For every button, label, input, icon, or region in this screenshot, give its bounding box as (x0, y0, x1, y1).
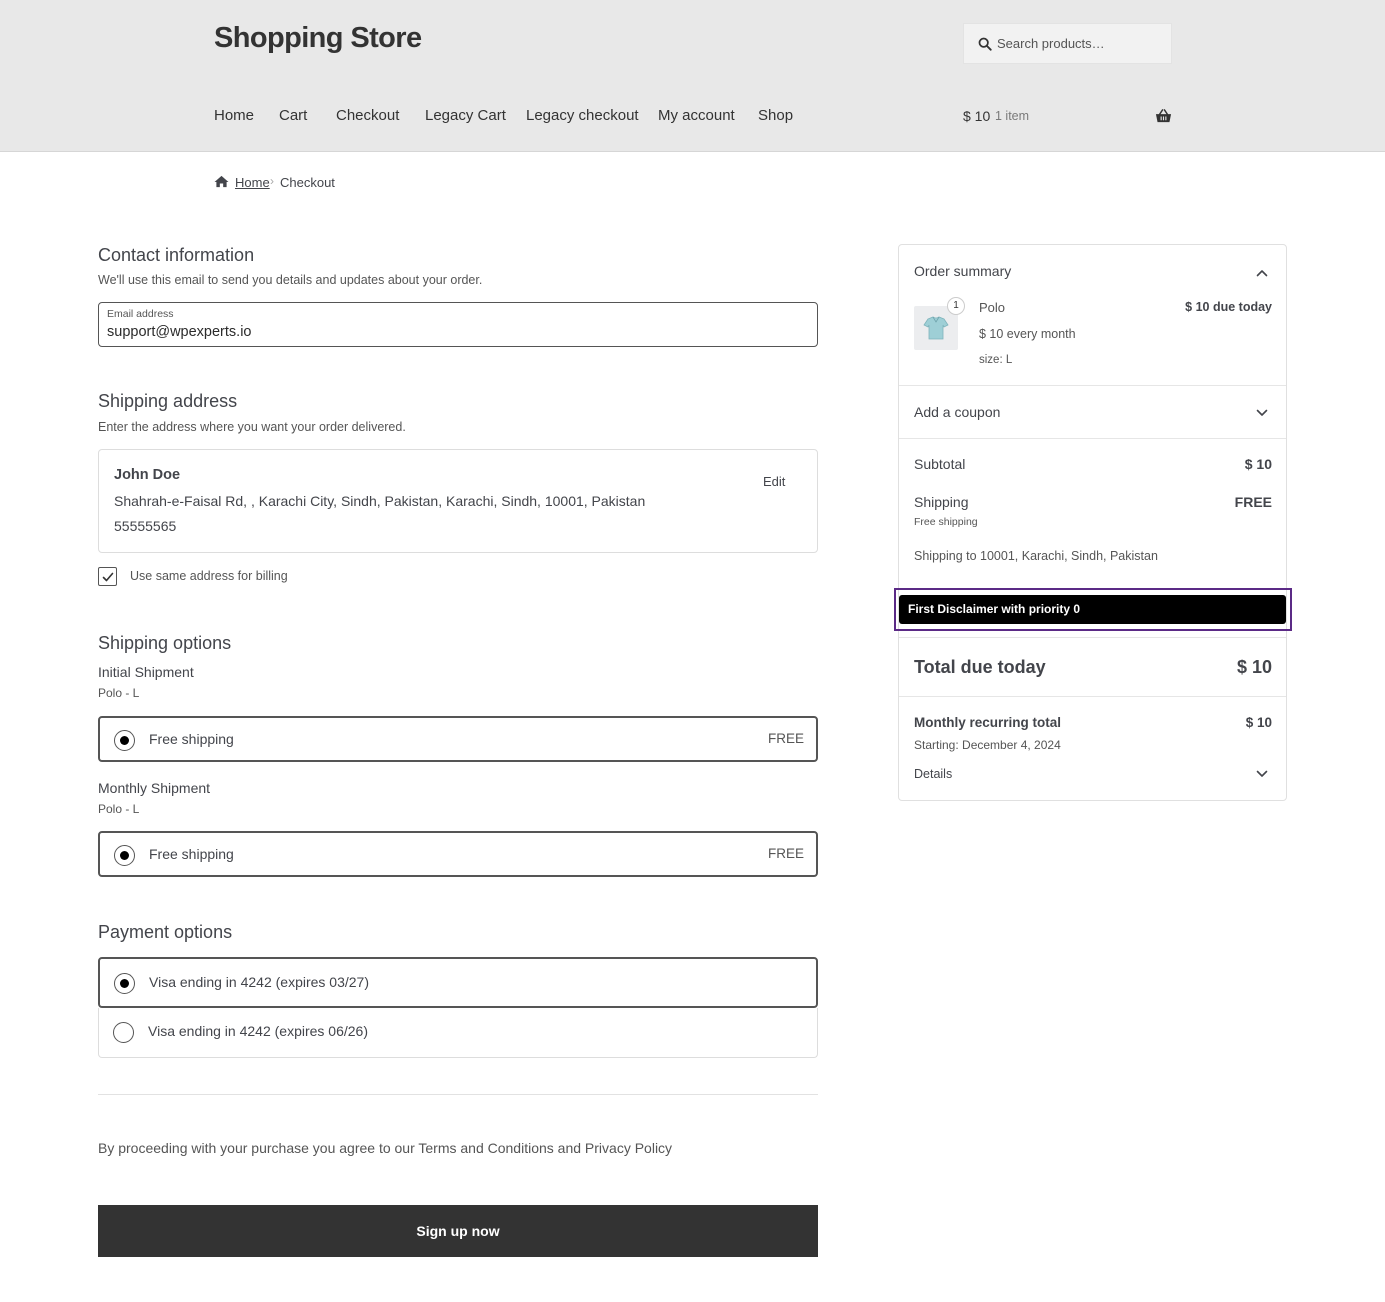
address-name: John Doe (114, 467, 181, 483)
email-label: Email address (107, 308, 174, 320)
recurring-start-date: Starting: December 4, 2024 (914, 738, 1061, 752)
divider (899, 637, 1286, 638)
contact-title: Contact information (98, 245, 255, 265)
cart-amount: $ 10 (963, 108, 991, 124)
sign-up-button[interactable]: Sign up now (98, 1205, 818, 1257)
search-input[interactable]: Search products… (963, 23, 1172, 64)
contact-description: We'll use this email to send you details… (98, 273, 483, 287)
monthly-shipping-option[interactable]: Free shipping FREE (98, 831, 818, 877)
divider (899, 385, 1286, 386)
monthly-shipping-label: Free shipping (149, 846, 234, 862)
address-phone: 55555565 (114, 518, 177, 534)
subtotal-label: Subtotal (914, 456, 966, 472)
disclaimer-banner: First Disclaimer with priority 0 (899, 595, 1286, 624)
quantity-badge: 1 (947, 297, 965, 315)
shipping-address-description: Enter the address where you want your or… (98, 420, 406, 434)
nav-item-legacy-checkout[interactable]: Legacy checkout (526, 107, 639, 124)
recurring-details-toggle[interactable]: Details (914, 767, 952, 781)
product-due-today: $ 10 due today (1185, 300, 1272, 314)
initial-shipment-package: Polo - L (98, 686, 140, 700)
breadcrumb-separator: › (270, 174, 274, 188)
nav-item-home[interactable]: Home (214, 107, 254, 124)
search-icon (978, 37, 992, 51)
payment-method-radio[interactable] (114, 973, 135, 994)
payment-method-radio[interactable] (113, 1022, 134, 1043)
site-header: Shopping Store Search products… Home Car… (0, 0, 1385, 152)
shipping-destination: Shipping to 10001, Karachi, Sindh, Pakis… (914, 549, 1158, 563)
nav-item-checkout[interactable]: Checkout (336, 107, 399, 124)
shipping-value: FREE (1234, 494, 1272, 510)
shipping-label: Shipping (914, 494, 969, 510)
product-recurring-price: $ 10 every month (979, 327, 1076, 341)
product-variation: size: L (979, 354, 1013, 366)
payment-method-option[interactable]: Visa ending in 4242 (expires 03/27) (98, 957, 818, 1008)
shipping-options-title: Shipping options (98, 633, 232, 653)
order-summary: Order summary 1 Polo $ 10 due today $ 10… (898, 244, 1287, 801)
payment-method-label: Visa ending in 4242 (expires 06/26) (148, 1023, 369, 1039)
total-due-label: Total due today (914, 657, 1046, 677)
initial-shipping-price: FREE (767, 731, 804, 746)
terms-text: By proceeding with your purchase you agr… (98, 1140, 673, 1156)
divider (98, 1094, 818, 1095)
search-placeholder: Search products… (997, 36, 1105, 51)
chevron-up-icon[interactable] (1256, 269, 1268, 277)
payment-method-option[interactable]: Visa ending in 4242 (expires 06/26) (98, 1008, 818, 1058)
nav-item-cart[interactable]: Cart (279, 107, 307, 124)
breadcrumb-current: Checkout (280, 175, 335, 190)
payment-method-label: Visa ending in 4242 (expires 03/27) (149, 974, 370, 990)
total-due-value: $ 10 (1236, 657, 1272, 677)
breadcrumb-home-link[interactable]: Home (235, 175, 270, 190)
shipping-address-title: Shipping address (98, 391, 238, 411)
nav-item-my-account[interactable]: My account (658, 107, 735, 124)
recurring-total-value: $ 10 (1245, 715, 1272, 730)
add-coupon-toggle[interactable]: Add a coupon (914, 404, 1000, 420)
same-billing-label[interactable]: Use same address for billing (130, 569, 288, 583)
divider (899, 438, 1286, 439)
email-value[interactable]: support@wpexperts.io (107, 324, 251, 340)
address-card: John Doe Shahrah-e-Faisal Rd, , Karachi … (98, 449, 818, 553)
email-field[interactable]: Email address support@wpexperts.io (98, 302, 818, 347)
nav-item-shop[interactable]: Shop (758, 107, 793, 124)
initial-shipping-option[interactable]: Free shipping FREE (98, 716, 818, 762)
monthly-shipment-title: Monthly Shipment (98, 780, 211, 796)
order-summary-title[interactable]: Order summary (914, 263, 1011, 279)
initial-shipment-title: Initial Shipment (98, 664, 194, 680)
nav-item-legacy-cart[interactable]: Legacy Cart (425, 107, 506, 124)
address-line: Shahrah-e-Faisal Rd, , Karachi City, Sin… (114, 493, 646, 509)
monthly-shipment-package: Polo - L (98, 802, 140, 816)
subtotal-value: $ 10 (1244, 456, 1272, 472)
recurring-total-label: Monthly recurring total (914, 715, 1062, 730)
payment-options-title: Payment options (98, 922, 233, 942)
basket-icon (1155, 109, 1172, 123)
monthly-shipping-radio[interactable] (114, 845, 135, 866)
home-icon (214, 175, 229, 188)
chevron-down-icon[interactable] (1256, 770, 1268, 778)
same-billing-checkbox[interactable] (98, 567, 117, 586)
chevron-down-icon[interactable] (1256, 409, 1268, 417)
initial-shipping-label: Free shipping (149, 731, 234, 747)
header-cart[interactable]: $ 10 1 item (963, 107, 1172, 127)
cart-count: 1 item (995, 109, 1030, 123)
initial-shipping-radio[interactable] (114, 730, 135, 751)
monthly-shipping-price: FREE (767, 846, 804, 861)
shipping-method: Free shipping (914, 516, 978, 528)
checkmark-icon (102, 572, 114, 582)
divider (899, 696, 1286, 697)
product-name: Polo (979, 300, 1006, 315)
disclaimer-text: First Disclaimer with priority 0 (908, 602, 1081, 616)
site-title[interactable]: Shopping Store (214, 22, 422, 55)
edit-address-button[interactable]: Edit (763, 474, 785, 489)
